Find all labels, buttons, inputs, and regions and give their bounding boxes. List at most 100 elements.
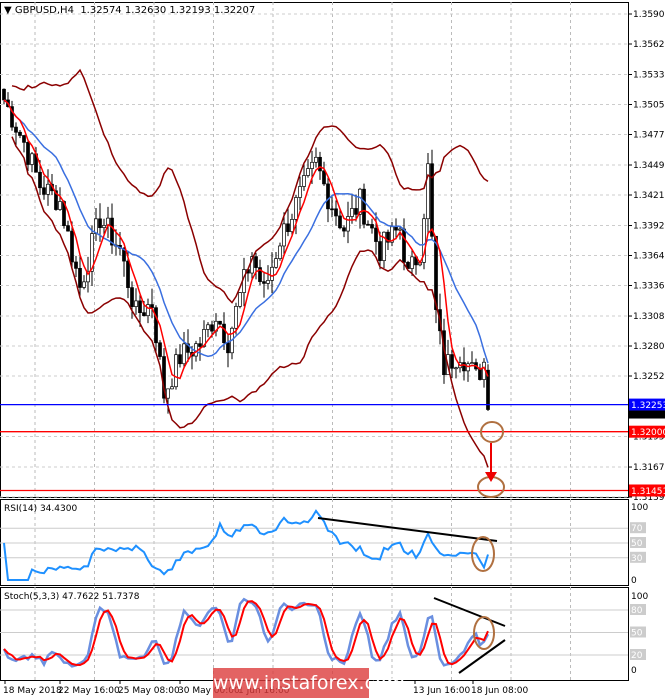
moving-average-fast [3,99,489,380]
candle [286,223,290,232]
stoch-title: Stoch(5,3,3) 47.7622 51.7378 [4,592,140,602]
x-tick-label: 13 Jun 16:00 [413,686,470,696]
candle [198,343,202,347]
candle [262,281,266,284]
candle [150,304,154,309]
moving-average-slow [3,99,489,364]
candle [402,228,406,263]
candle [314,156,318,163]
candle [46,183,50,195]
stoch-trendline-upper [433,597,506,627]
y-tick-label: 1.33645 [633,252,665,262]
y-tick-label: 1.35055 [633,100,665,110]
candle [278,245,282,259]
candle [454,367,458,370]
candle [102,225,106,228]
candle [30,153,34,165]
candle [306,168,310,176]
candle [478,368,482,380]
y-tick-label: 1.32520 [633,372,665,382]
candle [330,208,334,211]
y-tick-label: 1.34775 [633,130,665,140]
candle [158,342,162,357]
rsi-line [3,509,489,581]
x-tick-label: 18 Jun 08:00 [471,686,528,696]
candle [394,226,398,231]
rsi-trendline [317,517,498,542]
y-tick-label: 1.34210 [633,191,665,201]
candle [294,197,298,220]
candle [126,260,130,288]
candle [358,188,362,215]
candle [350,208,354,217]
candle [282,223,286,247]
candle [370,224,374,229]
rsi-level-label: 50 [631,539,643,549]
candle [322,170,326,185]
y-tick-label: 1.31670 [633,463,665,473]
rsi-title: RSI(14) 34.4300 [4,504,77,514]
candle [430,163,434,237]
candle [326,183,330,210]
level-price-label: 1.32253 [631,401,665,411]
candle [410,256,414,269]
y-tick-label: 1.33365 [633,281,665,291]
candle [238,292,242,307]
candle [182,343,186,365]
candle [170,386,174,390]
candle [302,175,306,187]
candle [2,88,6,101]
candle [222,323,226,344]
candle [450,354,454,369]
level-price-label: 1.32000 [631,428,665,438]
rsi-level-label: 70 [631,524,643,534]
candle [354,208,358,215]
stoch-level-label: 20 [631,651,643,661]
y-tick-label: 1.35900 [633,10,665,20]
x-tick-label: 22 May 16:00 [58,686,120,696]
candle [22,135,26,143]
chart-canvas[interactable]: 1.35900 1.35620 1.35335 1.35055 1.34775 1.344… [0,0,665,698]
stoch-level-label: 50 [631,629,643,639]
stoch-level-label: 80 [631,606,643,616]
candle [14,126,18,133]
y-tick-label: 1.33080 [633,312,665,322]
candle [226,342,230,354]
bollinger-lower-band [11,136,489,468]
candle [290,219,294,232]
candle [470,362,474,365]
stoch-axis-label: 0 [631,666,637,676]
candle [42,187,46,195]
candle [78,268,82,288]
candle [366,223,370,226]
candle [342,227,346,232]
candle [142,312,146,317]
candle [298,186,302,198]
candle [66,225,70,232]
y-tick-label: 1.32800 [633,342,665,352]
candle [234,306,238,329]
candle [18,131,22,136]
watermark: www.instaforex.com [213,668,405,698]
candle [378,241,382,261]
candle [318,156,322,172]
candle [94,218,98,234]
x-tick-label: 25 May 08:00 [118,686,180,696]
ohlc-label: 1.32574 1.32630 1.32193 1.32207 [80,5,256,16]
candle [74,261,78,269]
level-price-label: 1.31451 [631,487,665,497]
candle [266,280,270,284]
rsi-level-label: 30 [631,554,643,564]
rsi-axis-label: 100 [631,503,648,513]
candle [138,300,142,314]
candle [206,324,210,330]
candle [374,227,378,242]
last-price-tag [629,410,665,419]
candle [110,217,114,246]
candle [130,287,134,307]
y-tick-label: 1.33925 [633,222,665,232]
candle [174,354,178,388]
candle [362,188,366,225]
chart-window[interactable]: 1.35900 1.35620 1.35335 1.35055 1.34775 1.344… [0,0,665,698]
candle [82,281,86,288]
